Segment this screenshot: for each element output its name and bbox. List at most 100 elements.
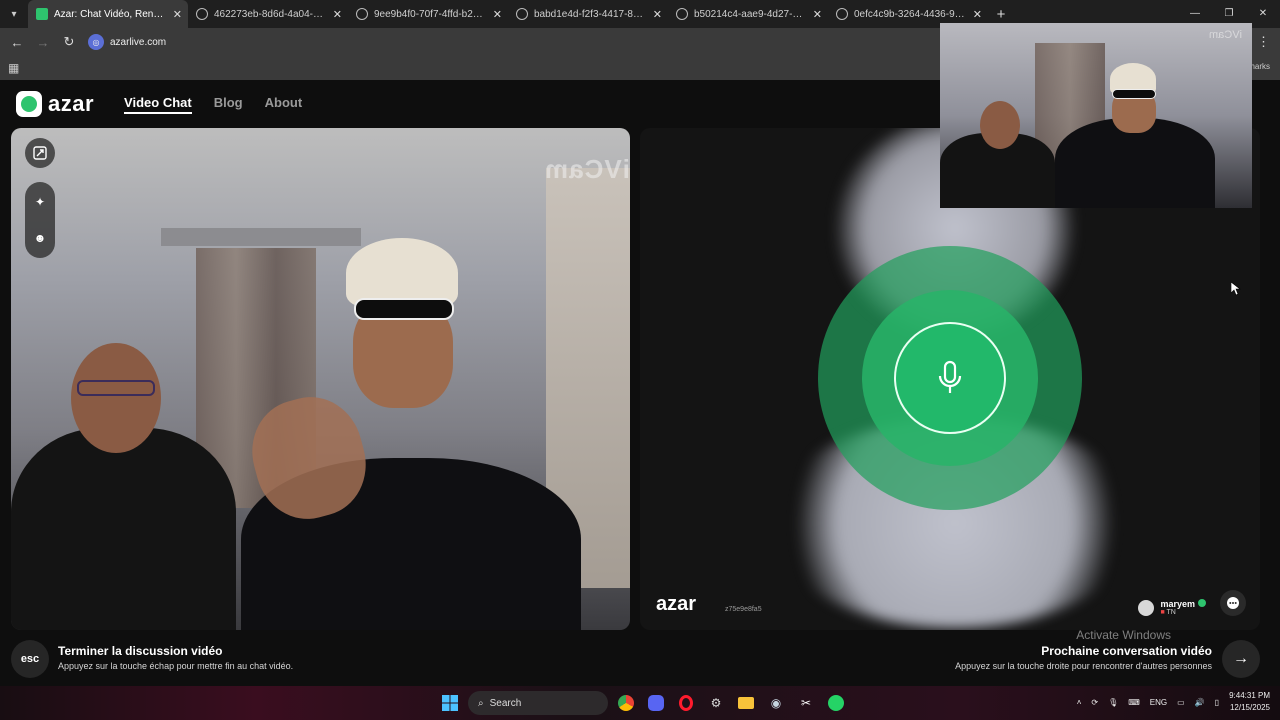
next-chat-title: Prochaine conversation vidéo (1041, 644, 1212, 658)
keyboard-hints: esc Terminer la discussion vidéo Appuyez… (0, 628, 1280, 686)
clock-date: 12/15/2025 (1229, 703, 1270, 712)
sparkle-effects-icon[interactable]: ✦ (25, 187, 55, 217)
mic-tray-icon[interactable]: 🎙 (1108, 698, 1118, 707)
apps-grid-icon[interactable]: ▦ (8, 61, 19, 75)
azar-nav: azar Video Chat Blog About (16, 91, 302, 117)
tab-2[interactable]: 462273eb-8d6d-4a04-94e8-f5a ✕ (188, 0, 348, 28)
globe-icon (836, 8, 848, 20)
close-tab-icon[interactable]: ✕ (653, 8, 662, 21)
pip-person-left-head (980, 101, 1020, 149)
back-arrow-icon[interactable]: ← (6, 35, 28, 50)
nav-blog[interactable]: Blog (214, 95, 243, 114)
end-chat-button[interactable]: esc (11, 640, 49, 678)
tab-title: 462273eb-8d6d-4a04-94e8-f5a (214, 8, 327, 20)
windows-taskbar: ⌕ Search ⚙ ◉ ✂ ˄ ⟳ 🎙 ⌨ ENG ▭ 🔊 ▯ 9:44:31… (0, 686, 1280, 720)
tab-4[interactable]: babd1e4d-f2f3-4417-8d9c-f6f ✕ (508, 0, 668, 28)
azar-logo[interactable]: azar (16, 91, 94, 117)
globe-icon (516, 8, 528, 20)
azar-logo-icon (16, 91, 42, 117)
person-left-body (11, 428, 236, 630)
tab-title: babd1e4d-f2f3-4417-8d9c-f6f (534, 8, 647, 20)
capcut-icon[interactable]: ✂ (794, 691, 818, 715)
end-chat-title: Terminer la discussion vidéo (58, 644, 223, 658)
tab-title: Azar: Chat Vidéo, Rencontre (54, 8, 167, 20)
pip-sunglasses (1112, 89, 1156, 99)
nav-about[interactable]: About (265, 95, 303, 114)
url-field[interactable]: ◎ azarlive.com (88, 34, 166, 50)
tab-title: 0efc4c9b-3264-4436-9c0b-7dd (854, 8, 967, 20)
fullscreen-toggle-icon[interactable] (25, 138, 55, 168)
curtain-rod (161, 228, 361, 246)
url-text: azarlive.com (110, 36, 167, 48)
globe-icon (356, 8, 368, 20)
chat-bubble-icon[interactable] (1220, 590, 1246, 616)
windows-start-icon[interactable] (438, 691, 462, 715)
reload-icon[interactable]: ↻ (58, 34, 80, 50)
language-indicator[interactable]: ENG (1150, 698, 1167, 707)
partner-footer-logo: azar (656, 593, 697, 615)
azar-logo-text: azar (48, 91, 95, 116)
tray-overflow-chevron-icon[interactable]: ˄ (1077, 698, 1082, 707)
close-tab-icon[interactable]: ✕ (813, 8, 822, 21)
verified-badge-icon (1198, 599, 1206, 607)
chrome-icon[interactable] (614, 691, 638, 715)
display-icon[interactable]: ▭ (1177, 698, 1185, 707)
tab-title: b50214c4-aae9-4d27-870e-78 (694, 8, 807, 20)
glasses (77, 380, 155, 396)
globe-icon (196, 8, 208, 20)
activate-windows-watermark: Activate Windows (1076, 628, 1171, 642)
tab-title: 9ee9b4f0-70f7-4ffd-b21d-676 (374, 8, 487, 20)
sync-icon[interactable]: ⟳ (1091, 698, 1098, 707)
nav-video-chat[interactable]: Video Chat (124, 95, 192, 114)
steam-icon[interactable]: ◉ (764, 691, 788, 715)
sunglasses (354, 298, 454, 320)
effects-group: ✦ ☻ (25, 182, 55, 258)
taskbar-search[interactable]: ⌕ Search (468, 691, 608, 715)
tab-3[interactable]: 9ee9b4f0-70f7-4ffd-b21d-676 ✕ (348, 0, 508, 28)
azar-favicon-icon (36, 8, 48, 20)
clock[interactable]: 9:44:31 PM 12/15/2025 (1229, 690, 1270, 714)
partner-country: TN (1166, 609, 1176, 616)
new-tab-button[interactable]: + (988, 6, 1014, 23)
next-chat-arrow-icon[interactable]: → (1222, 640, 1260, 678)
tab-azar[interactable]: Azar: Chat Vidéo, Rencontre ✕ (28, 0, 188, 28)
camera-tools: ✦ ☻ (25, 138, 55, 258)
close-tab-icon[interactable]: ✕ (173, 8, 182, 21)
site-info-icon[interactable]: ◎ (88, 34, 104, 50)
camera-preview-overlay[interactable]: iVCam (940, 23, 1252, 208)
taskbar-apps: ⌕ Search ⚙ ◉ ✂ (438, 691, 848, 715)
opera-icon[interactable] (674, 691, 698, 715)
microphone-icon (894, 322, 1006, 434)
discord-icon[interactable] (644, 691, 668, 715)
face-filter-icon[interactable]: ☻ (25, 223, 55, 253)
main-menu: Video Chat Blog About (124, 95, 302, 114)
keyboard-icon[interactable]: ⌨ (1128, 698, 1140, 707)
session-id: z75e9e8fa5 (725, 606, 762, 613)
close-tab-icon[interactable]: ✕ (493, 8, 502, 21)
whatsapp-icon[interactable] (824, 691, 848, 715)
end-chat-subtitle: Appuyez sur la touche échap pour mettre … (58, 661, 294, 671)
close-tab-icon[interactable]: ✕ (973, 8, 982, 21)
avatar (1138, 599, 1155, 616)
local-camera-view: iVCam ✦ ☻ (11, 128, 630, 630)
system-tray: ˄ ⟳ 🎙 ⌨ ENG ▭ 🔊 ▯ 9:44:31 PM 12/15/2025 (1077, 690, 1270, 714)
forward-arrow-icon[interactable]: → (32, 35, 54, 50)
person-left-head (71, 343, 161, 453)
globe-icon (676, 8, 688, 20)
pip-watermark: iVCam (1208, 29, 1242, 41)
close-tab-icon[interactable]: ✕ (333, 8, 342, 21)
next-chat-subtitle: Appuyez sur la touche droite pour rencon… (955, 661, 1212, 671)
ivcam-watermark: iVCam (544, 154, 630, 184)
clock-time: 9:44:31 PM (1229, 691, 1270, 700)
tab-5[interactable]: b50214c4-aae9-4d27-870e-78 ✕ (668, 0, 828, 28)
settings-gear-icon[interactable]: ⚙ (704, 691, 728, 715)
partner-profile-chip[interactable]: maryem ■ TN (1138, 599, 1206, 616)
search-icon: ⌕ (478, 697, 484, 709)
volume-icon[interactable]: 🔊 (1195, 698, 1205, 707)
file-explorer-icon[interactable] (734, 691, 758, 715)
partner-name: maryem (1160, 599, 1195, 609)
battery-icon[interactable]: ▯ (1215, 698, 1219, 707)
search-placeholder: Search (489, 697, 522, 709)
tab-search-button[interactable]: ▾ (0, 0, 28, 28)
browser-menu-icon[interactable]: ⋮ (1257, 34, 1270, 50)
